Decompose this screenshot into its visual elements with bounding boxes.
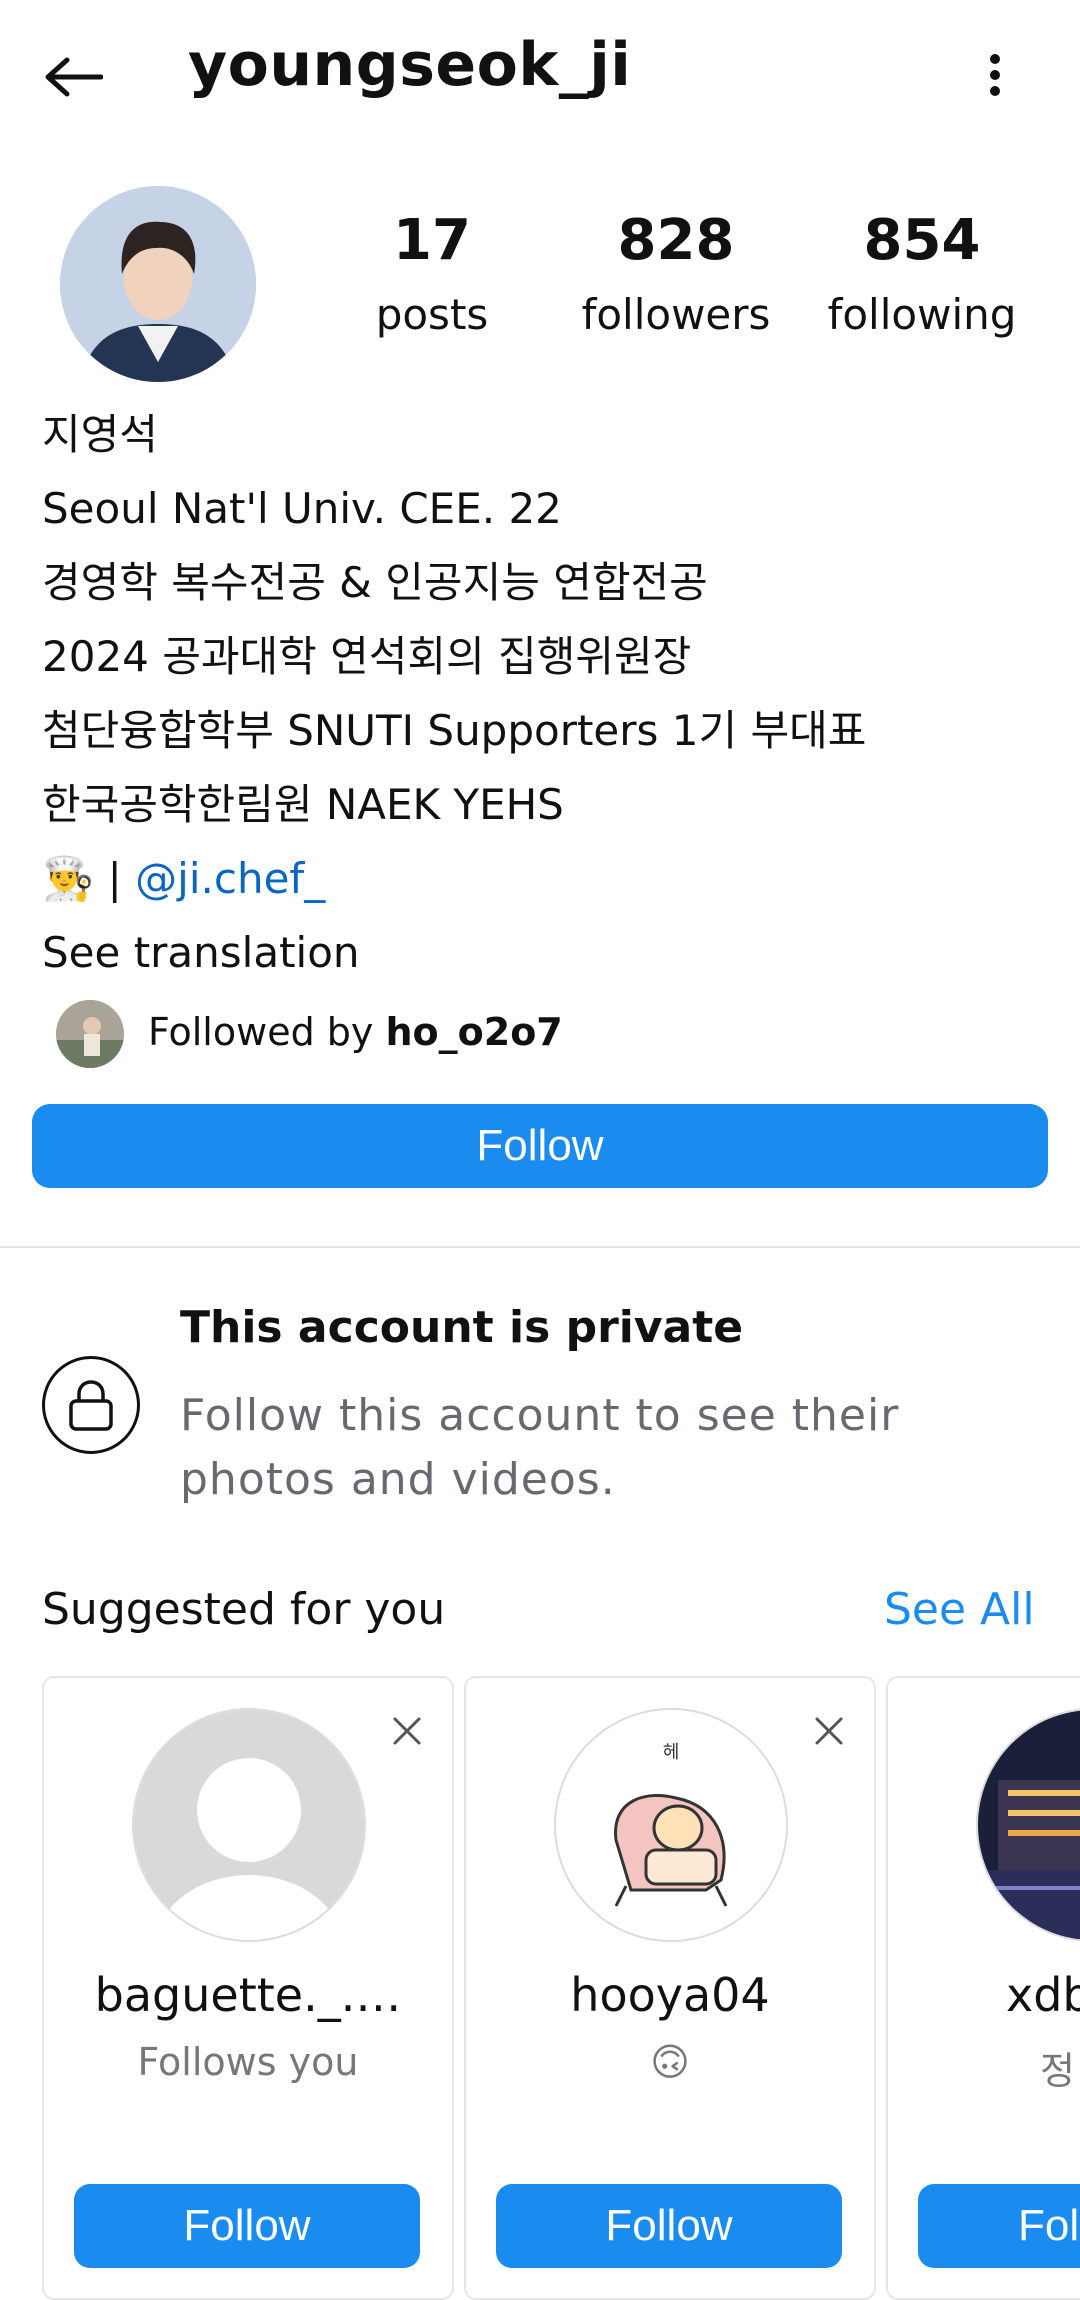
suggestion-follow-button[interactable]: Fol xyxy=(918,2184,1080,2268)
chef-emoji: 👨‍🍳 xyxy=(42,854,95,903)
suggestion-card[interactable]: baguette._.… Follows you Follow xyxy=(42,1676,454,2300)
followers-label: followers xyxy=(581,289,771,339)
follow-button[interactable]: Follow xyxy=(32,1104,1048,1188)
private-subtitle: Follow this account to see their photos … xyxy=(180,1390,900,1505)
private-lock-badge xyxy=(42,1356,140,1454)
suggested-title: Suggested for you xyxy=(42,1584,446,1635)
see-all-link[interactable]: See All xyxy=(884,1584,1035,1635)
suggestion-avatar[interactable] xyxy=(976,1708,1080,1942)
back-button[interactable] xyxy=(38,42,108,112)
bio-line: 한국공학한림원 NAEK YEHS xyxy=(42,780,564,829)
followers-stat[interactable]: 828 followers xyxy=(566,210,786,340)
followed-by-text[interactable]: Followed by ho_o2o7 xyxy=(148,1010,563,1054)
close-icon xyxy=(393,1717,421,1745)
mutual-follower-avatar[interactable] xyxy=(56,1000,124,1068)
followed-by-prefix: Followed by xyxy=(148,1010,374,1054)
profile-photo xyxy=(60,186,256,382)
more-options-button[interactable] xyxy=(960,40,1030,110)
dismiss-button[interactable] xyxy=(382,1706,432,1756)
dismiss-button[interactable] xyxy=(804,1706,854,1756)
profile-username-title: youngseok_ji xyxy=(188,30,632,100)
suggestion-avatar[interactable]: 헤 xyxy=(554,1708,788,1942)
bio-line: Seoul Nat'l Univ. CEE. 22 xyxy=(42,484,562,533)
avatar-caption: 헤 xyxy=(663,1742,680,1763)
profile-avatar[interactable] xyxy=(60,186,256,382)
suggestion-card[interactable]: xdb 정 Fol xyxy=(886,1676,1080,2300)
suggestion-username: baguette._.… xyxy=(94,1968,402,2022)
bio-mention-line: 👨‍🍳 | @ji.chef_ xyxy=(42,842,1042,916)
following-label: following xyxy=(827,289,1017,339)
bio-line: 첨단융합학부 SNUTI Supporters 1기 부대표 xyxy=(42,706,867,755)
default-avatar-icon xyxy=(134,1710,364,1940)
suggestion-subtitle: Follows you xyxy=(137,2040,359,2084)
following-count: 854 xyxy=(863,208,981,273)
mutual-follower-photo xyxy=(56,1000,124,1068)
suggestion-follow-button[interactable]: Follow xyxy=(74,2184,420,2268)
mention-link[interactable]: @ji.chef_ xyxy=(135,854,325,903)
suggestion-card[interactable]: 헤 hooya04 🙃 Follow xyxy=(464,1676,876,2300)
suggestion-avatar[interactable] xyxy=(132,1708,366,1942)
bio-line: 경영학 복수전공 & 인공지능 연합전공 xyxy=(42,558,708,607)
following-stat[interactable]: 854 following xyxy=(812,210,1032,340)
bio-name: 지영석 xyxy=(42,410,158,459)
suggestion-subtitle: 정 xyxy=(1040,2049,1075,2093)
bio-line: 2024 공과대학 연석회의 집행위원장 xyxy=(42,632,692,681)
cartoon-avatar: 헤 xyxy=(556,1710,786,1940)
posts-count: 17 xyxy=(393,208,471,273)
private-title: This account is private xyxy=(180,1302,744,1353)
lock-icon xyxy=(69,1380,113,1431)
posts-label: posts xyxy=(375,289,489,339)
arrow-left-icon xyxy=(45,57,103,97)
profile-bio: 지영석 Seoul Nat'l Univ. CEE. 22 경영학 복수전공 &… xyxy=(42,398,1042,990)
followers-count: 828 xyxy=(617,208,735,273)
suggestion-follow-button[interactable]: Follow xyxy=(496,2184,842,2268)
suggestion-subtitle: 🙃 xyxy=(650,2040,690,2084)
section-divider xyxy=(0,1246,1080,1248)
suggestion-username: xdb xyxy=(1006,1968,1080,2022)
followed-by-username: ho_o2o7 xyxy=(385,1010,563,1054)
suggestion-username: hooya04 xyxy=(570,1968,770,2022)
night-building-photo xyxy=(978,1710,1080,1940)
more-vertical-icon xyxy=(990,54,1000,96)
close-icon xyxy=(815,1717,843,1745)
posts-stat[interactable]: 17 posts xyxy=(322,210,542,340)
bio-separator: | xyxy=(107,854,122,903)
see-translation-link[interactable]: See translation xyxy=(42,916,1042,990)
